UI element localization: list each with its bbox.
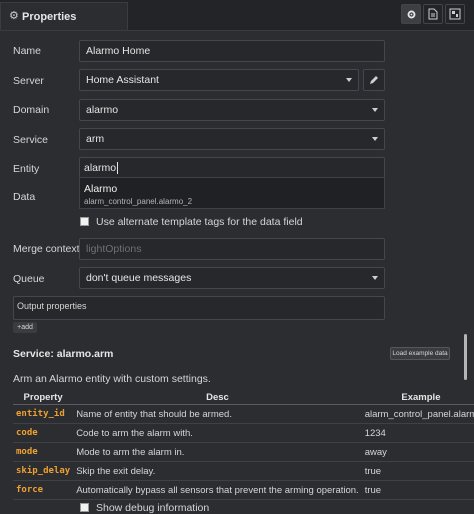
domain-value: alarmo xyxy=(86,104,119,116)
document-icon xyxy=(428,8,438,20)
load-example-data-button[interactable]: Load example data xyxy=(390,347,450,360)
table-row: entity_id Name of entity that should be … xyxy=(13,404,474,424)
suggestion-entity-id: alarm_control_panel.alarmo_2 xyxy=(84,197,193,206)
desc-cell: Code to arm the alarm with. xyxy=(73,423,362,443)
queue-label: Queue xyxy=(13,273,45,285)
header-desc: Desc xyxy=(73,390,362,405)
name-value: Alarmo Home xyxy=(86,45,151,57)
add-output-property-button[interactable]: + add xyxy=(13,322,37,333)
tab-properties-label: Properties xyxy=(22,11,77,23)
edit-server-button[interactable] xyxy=(363,69,385,91)
output-properties-label: Output properties xyxy=(17,301,87,311)
entity-suggestion-item[interactable]: Alarmo alarm_control_panel.alarmo_2 xyxy=(79,177,385,209)
description-button[interactable] xyxy=(423,4,443,24)
appearance-button[interactable] xyxy=(445,4,465,24)
chevron-down-icon xyxy=(372,276,378,280)
service-fields-table: Property Desc Example entity_id Name of … xyxy=(13,390,474,500)
editor-tabbar: ⚙ Properties xyxy=(0,0,474,31)
merge-context-input[interactable]: lightOptions xyxy=(79,238,385,260)
merge-context-label: Merge context xyxy=(13,243,80,255)
property-cell: entity_id xyxy=(13,404,74,424)
chevron-down-icon xyxy=(372,137,378,141)
chevron-down-icon xyxy=(346,78,352,82)
tab-properties[interactable]: ⚙ Properties xyxy=(0,2,128,30)
suggestion-name: Alarmo xyxy=(84,183,118,195)
example-cell: away xyxy=(361,442,474,462)
service-title: Service: alarmo.arm xyxy=(13,348,114,360)
header-property: Property xyxy=(13,390,74,405)
table-row: mode Mode to arm the alarm in. away xyxy=(13,442,474,462)
desc-cell: Name of entity that should be armed. xyxy=(73,404,362,424)
chevron-down-icon xyxy=(372,108,378,112)
example-cell: alarm_control_panel.alarm xyxy=(361,404,474,424)
name-input[interactable]: Alarmo Home xyxy=(79,40,385,62)
alt-tags-checkbox[interactable] xyxy=(80,217,89,226)
domain-select[interactable]: alarmo xyxy=(79,99,385,121)
name-label: Name xyxy=(13,45,42,57)
server-label: Server xyxy=(13,75,44,87)
scrollbar-thumb[interactable] xyxy=(464,334,467,380)
alt-tags-label: Use alternate template tags for the data… xyxy=(96,216,303,228)
desc-cell: Skip the exit delay. xyxy=(73,461,362,481)
table-row: code Code to arm the alarm with. 1234 xyxy=(13,423,474,443)
settings-button[interactable] xyxy=(401,4,421,24)
entity-label: Entity xyxy=(13,163,40,175)
domain-label: Domain xyxy=(13,104,50,116)
service-description: Arm an Alarmo entity with custom setting… xyxy=(13,373,211,385)
queue-select[interactable]: don't queue messages xyxy=(79,267,385,289)
property-cell: mode xyxy=(13,442,74,462)
property-cell: force xyxy=(13,480,74,500)
add-label: add xyxy=(21,324,33,331)
table-header-row: Property Desc Example xyxy=(13,390,474,405)
layout-icon xyxy=(449,8,461,20)
text-cursor xyxy=(117,162,119,174)
debug-label: Show debug information xyxy=(96,502,210,514)
merge-context-placeholder: lightOptions xyxy=(86,243,142,255)
gear-icon: ⚙ xyxy=(9,10,19,22)
desc-cell: Automatically bypass all sensors that pr… xyxy=(73,480,362,500)
property-cell: code xyxy=(13,423,74,443)
data-label: Data xyxy=(13,191,36,203)
entity-value: alarmo xyxy=(84,162,117,174)
example-cell: 1234 xyxy=(361,423,474,443)
server-select[interactable]: Home Assistant xyxy=(79,69,359,91)
service-select[interactable]: arm xyxy=(79,128,385,150)
output-properties-list: Output properties xyxy=(13,296,385,320)
entity-input[interactable]: alarmo xyxy=(79,157,385,179)
property-cell: skip_delay xyxy=(13,461,74,481)
example-cell: true xyxy=(361,461,474,481)
table-row: skip_delay Skip the exit delay. true xyxy=(13,461,474,481)
pencil-icon xyxy=(370,76,378,84)
service-label: Service xyxy=(13,134,49,146)
example-cell: true xyxy=(361,480,474,500)
desc-cell: Mode to arm the alarm in. xyxy=(73,442,362,462)
table-row: force Automatically bypass all sensors t… xyxy=(13,480,474,500)
debug-checkbox[interactable] xyxy=(80,503,89,512)
header-example: Example xyxy=(361,390,474,405)
service-value: arm xyxy=(86,133,105,145)
server-value: Home Assistant xyxy=(86,74,159,86)
queue-value: don't queue messages xyxy=(86,272,192,284)
gear-icon xyxy=(407,10,415,18)
